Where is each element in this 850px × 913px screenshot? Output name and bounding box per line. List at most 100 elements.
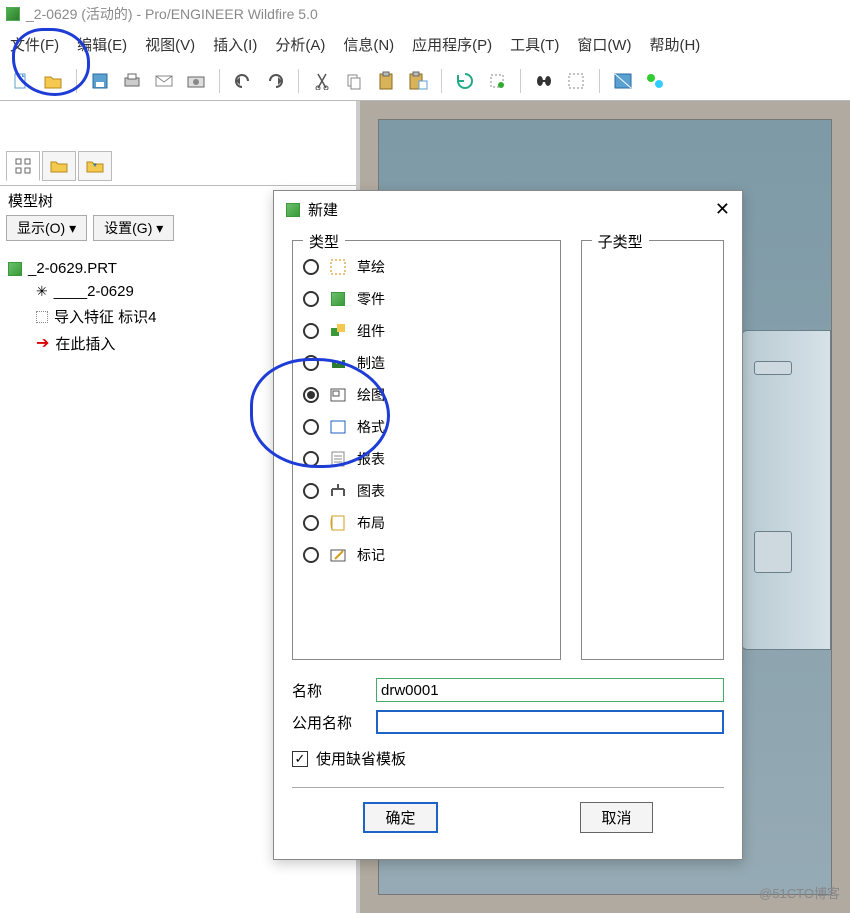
radio-layout[interactable] xyxy=(303,515,319,531)
type-legend: 类型 xyxy=(303,231,345,252)
menu-apps[interactable]: 应用程序(P) xyxy=(412,34,492,55)
open-button[interactable] xyxy=(40,68,66,94)
opt-assembly[interactable]: 组件 xyxy=(301,315,552,347)
cancel-button[interactable]: 取消 xyxy=(580,802,652,833)
redo-button[interactable] xyxy=(262,68,288,94)
menu-file[interactable]: 文件(F) xyxy=(10,34,59,55)
save-button[interactable] xyxy=(87,68,113,94)
mail-button[interactable] xyxy=(151,68,177,94)
opt-assembly-label: 组件 xyxy=(357,321,385,341)
format-icon xyxy=(329,418,347,436)
window-title: _2-0629 (活动的) - Pro/ENGINEER Wildfire 5.… xyxy=(26,4,318,24)
opt-diagram[interactable]: 图表 xyxy=(301,475,552,507)
menu-insert[interactable]: 插入(I) xyxy=(213,34,257,55)
csys-icon: ✳ xyxy=(36,283,48,300)
diagram-icon xyxy=(329,482,347,500)
camera-button[interactable] xyxy=(183,68,209,94)
report-icon xyxy=(329,450,347,468)
opt-sketch-label: 草绘 xyxy=(357,257,385,277)
radio-assembly[interactable] xyxy=(303,323,319,339)
find-button[interactable] xyxy=(531,68,557,94)
radio-report[interactable] xyxy=(303,451,319,467)
opt-part[interactable]: 零件 xyxy=(301,283,552,315)
tab-favorites[interactable]: * xyxy=(78,151,112,181)
name-input[interactable] xyxy=(376,678,724,702)
tab-folder[interactable] xyxy=(42,151,76,181)
menu-window[interactable]: 窗口(W) xyxy=(577,34,631,55)
opt-mfg-label: 制造 xyxy=(357,353,385,373)
display-style-button[interactable] xyxy=(610,68,636,94)
paste-button[interactable] xyxy=(373,68,399,94)
select-button[interactable] xyxy=(563,68,589,94)
opt-report[interactable]: 报表 xyxy=(301,443,552,475)
assembly-icon xyxy=(329,322,347,340)
opt-layout-label: 布局 xyxy=(357,513,385,533)
dialog-footer: 确定 取消 xyxy=(292,787,724,847)
drawing-icon xyxy=(329,386,347,404)
radio-sketch[interactable] xyxy=(303,259,319,275)
common-name-label: 公用名称 xyxy=(292,712,364,733)
default-template-row[interactable]: ✓ 使用缺省模板 xyxy=(292,738,724,787)
tree-node-2-label: 导入特征 标识4 xyxy=(54,306,157,327)
menu-help[interactable]: 帮助(H) xyxy=(649,34,700,55)
menu-analysis[interactable]: 分析(A) xyxy=(275,34,325,55)
watermark: @51CTO博客 xyxy=(759,883,840,902)
radio-diagram[interactable] xyxy=(303,483,319,499)
radio-drawing[interactable] xyxy=(303,387,319,403)
opt-markup[interactable]: 标记 xyxy=(301,539,552,571)
dialog-icon xyxy=(286,203,300,217)
markup-icon xyxy=(329,546,347,564)
radio-mfg[interactable] xyxy=(303,355,319,371)
menu-info[interactable]: 信息(N) xyxy=(343,34,394,55)
copy-button[interactable] xyxy=(341,68,367,94)
opt-sketch[interactable]: 草绘 xyxy=(301,251,552,283)
name-label: 名称 xyxy=(292,680,364,701)
radio-markup[interactable] xyxy=(303,547,319,563)
app-icon xyxy=(6,7,20,21)
new-button[interactable] xyxy=(8,68,34,94)
tree-show-button[interactable]: 显示(O) ▾ xyxy=(6,215,87,241)
left-tabstrip: * xyxy=(0,151,356,186)
feature-icon xyxy=(36,311,48,323)
close-icon[interactable]: ✕ xyxy=(715,199,730,220)
tree-node-1-label: ____2-0629 xyxy=(54,283,134,300)
undo-button[interactable] xyxy=(230,68,256,94)
common-name-row: 公用名称 xyxy=(292,706,724,738)
regen-button[interactable] xyxy=(452,68,478,94)
opt-part-label: 零件 xyxy=(357,289,385,309)
window-title-bar: _2-0629 (活动的) - Pro/ENGINEER Wildfire 5.… xyxy=(0,0,850,28)
main-toolbar xyxy=(0,61,850,101)
datum-button[interactable] xyxy=(642,68,668,94)
opt-drawing[interactable]: 绘图 xyxy=(301,379,552,411)
tree-node-insert-label: 在此插入 xyxy=(55,333,115,354)
insert-arrow-icon: ➔ xyxy=(36,336,49,352)
menu-edit[interactable]: 编辑(E) xyxy=(77,34,127,55)
tree-settings-button[interactable]: 设置(G) ▾ xyxy=(93,215,174,241)
opt-format[interactable]: 格式 xyxy=(301,411,552,443)
opt-markup-label: 标记 xyxy=(357,545,385,565)
ok-button[interactable]: 确定 xyxy=(363,802,437,833)
dialog-body: 类型 草绘 零件 组件 xyxy=(274,228,742,859)
common-name-input[interactable] xyxy=(376,710,724,734)
menu-tools[interactable]: 工具(T) xyxy=(510,34,559,55)
dialog-title: 新建 xyxy=(308,199,338,220)
tab-modeltree[interactable] xyxy=(6,151,40,181)
paste-special-button[interactable] xyxy=(405,68,431,94)
new-dialog: 新建 ✕ 类型 草绘 零件 组件 xyxy=(273,190,743,860)
default-template-checkbox[interactable]: ✓ xyxy=(292,751,308,767)
subtype-legend: 子类型 xyxy=(592,231,649,252)
opt-mfg[interactable]: 制造 xyxy=(301,347,552,379)
cut-button[interactable] xyxy=(309,68,335,94)
default-template-label: 使用缺省模板 xyxy=(316,748,406,769)
subtype-fieldset: 子类型 xyxy=(581,240,724,660)
part-icon xyxy=(8,262,22,276)
radio-format[interactable] xyxy=(303,419,319,435)
menu-view[interactable]: 视图(V) xyxy=(145,34,195,55)
highlight-button[interactable] xyxy=(484,68,510,94)
opt-drawing-label: 绘图 xyxy=(357,385,385,405)
part-opt-icon xyxy=(329,290,347,308)
print-button[interactable] xyxy=(119,68,145,94)
radio-part[interactable] xyxy=(303,291,319,307)
sketch-icon xyxy=(329,258,347,276)
opt-layout[interactable]: 布局 xyxy=(301,507,552,539)
